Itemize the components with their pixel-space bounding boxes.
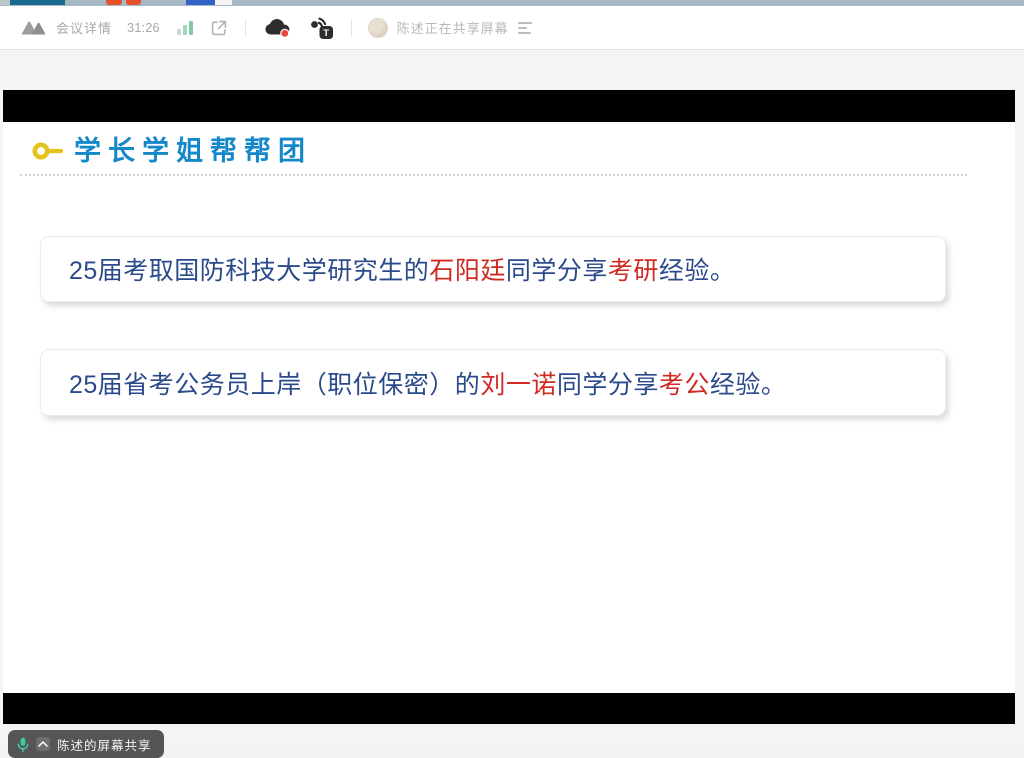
divider — [351, 19, 352, 37]
card-2-text: 25届省考公务员上岸（职位保密）的刘一诺同学分享考公经验。 — [69, 365, 786, 401]
meeting-details-button[interactable]: 会议详情 — [56, 18, 112, 37]
network-signal-icon[interactable] — [177, 21, 193, 35]
share-pill-label: 陈述的屏幕共享 — [57, 735, 152, 754]
screen-share-pill[interactable]: 陈述的屏幕共享 — [8, 730, 164, 758]
slide-black-band-bottom — [3, 693, 1015, 724]
svg-text:T: T — [323, 28, 329, 39]
meeting-timer: 31:26 — [127, 20, 160, 35]
slide-title-row: 学长学姐帮帮团 — [3, 122, 1015, 168]
sharing-status-text: 陈述正在共享屏幕 — [397, 18, 509, 37]
cloud-recording-icon[interactable] — [262, 16, 292, 39]
card-1-text: 25届考取国防科技大学研究生的石阳廷同学分享考研经验。 — [69, 251, 735, 287]
strip-segment — [215, 0, 232, 5]
experience-card-1: 25届考取国防科技大学研究生的石阳廷同学分享考研经验。 — [40, 236, 946, 302]
strip-segment — [186, 0, 215, 5]
strip-segment — [126, 0, 141, 5]
divider — [245, 19, 246, 37]
open-external-icon[interactable] — [209, 18, 229, 38]
menu-lines-icon[interactable] — [518, 22, 532, 34]
meeting-top-bar: 会议详情 31:26 T 陈述正在共享屏幕 — [0, 6, 1024, 50]
slide-content: 学长学姐帮帮团 25届考取国防科技大学研究生的石阳廷同学分享考研经验。 25届省… — [3, 122, 1015, 693]
captions-translate-icon[interactable]: T — [308, 16, 335, 40]
microphone-icon[interactable] — [17, 737, 29, 752]
strip-segment — [106, 0, 122, 5]
presentation-slide: 学长学姐帮帮团 25届考取国防科技大学研究生的石阳廷同学分享考研经验。 25届省… — [3, 90, 1015, 724]
shared-screen-area: 学长学姐帮帮团 25届考取国防科技大学研究生的石阳廷同学分享考研经验。 25届省… — [0, 50, 1024, 749]
slide-black-band-top — [3, 90, 1015, 122]
key-icon — [31, 140, 65, 162]
experience-card-2: 25届省考公务员上岸（职位保密）的刘一诺同学分享考公经验。 — [40, 349, 946, 416]
slide-title: 学长学姐帮帮团 — [74, 134, 312, 168]
meeting-logo-icon — [20, 19, 47, 36]
strip-segment — [10, 0, 65, 5]
presenter-avatar — [368, 18, 388, 38]
title-underline — [20, 174, 967, 176]
strip-segment — [0, 0, 10, 5]
